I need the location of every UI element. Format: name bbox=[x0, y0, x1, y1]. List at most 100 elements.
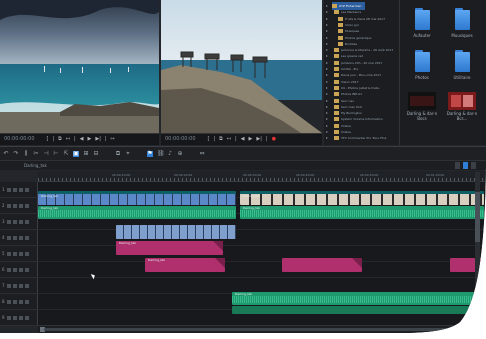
source-preview[interactable] bbox=[0, 0, 159, 133]
eye-icon[interactable] bbox=[13, 204, 17, 208]
lock-icon[interactable] bbox=[7, 236, 11, 240]
lock-icon[interactable] bbox=[7, 188, 11, 192]
timeline-tracks[interactable]: Darling_tak Darling_tak Darling_tak Darl… bbox=[38, 182, 486, 325]
audio-clip[interactable]: Darling_tak bbox=[240, 206, 484, 219]
lock-icon[interactable] bbox=[7, 284, 11, 288]
eye-icon[interactable] bbox=[13, 284, 17, 288]
group-icon[interactable]: ⧉ bbox=[115, 151, 121, 157]
media-tile-folder[interactable]: Utilitaire bbox=[445, 50, 479, 80]
track-header[interactable]: 1 bbox=[0, 182, 38, 198]
redo-icon[interactable]: ↷ bbox=[13, 151, 19, 157]
track-header[interactable]: 7 bbox=[0, 278, 38, 294]
rewind-button[interactable]: ◀ bbox=[241, 137, 245, 142]
copy-icon[interactable]: ⧉ bbox=[58, 137, 62, 142]
media-tile-folder[interactable]: Photos bbox=[405, 50, 439, 80]
mute-icon[interactable] bbox=[19, 284, 23, 288]
tree-item[interactable]: VFC Commenter Pro Tous Titul bbox=[334, 134, 386, 142]
view-button-active[interactable] bbox=[463, 162, 468, 169]
jump-start-button[interactable]: ↤ bbox=[227, 137, 231, 142]
title-clip[interactable]: Darling_tak bbox=[116, 241, 223, 255]
select-icon[interactable]: ▣ bbox=[73, 151, 79, 157]
solo-icon[interactable] bbox=[25, 204, 29, 208]
horizontal-scrollbar[interactable] bbox=[38, 325, 486, 333]
step-forward-button[interactable]: ▶| bbox=[95, 137, 101, 142]
audio-clip[interactable]: Darling_tak bbox=[232, 292, 484, 305]
solo-icon[interactable] bbox=[25, 316, 29, 320]
mark-in-button[interactable]: [ bbox=[47, 137, 49, 142]
solo-icon[interactable] bbox=[25, 300, 29, 304]
eye-icon[interactable] bbox=[13, 220, 17, 224]
rewind-button[interactable]: ◀ bbox=[80, 137, 84, 142]
view-button[interactable] bbox=[455, 162, 460, 169]
track-header[interactable]: 3 bbox=[0, 214, 38, 230]
eye-icon[interactable] bbox=[13, 236, 17, 240]
title-clip[interactable]: Darling_tak bbox=[145, 258, 225, 272]
play-button[interactable]: ▶ bbox=[248, 137, 252, 142]
zoom-icon[interactable]: ⊕ bbox=[177, 151, 183, 157]
cut-icon[interactable]: ✂ bbox=[33, 151, 39, 157]
mark-in-button[interactable]: [ bbox=[208, 137, 210, 142]
copy-icon[interactable]: ⧉ bbox=[219, 137, 223, 142]
track-header[interactable]: 9 bbox=[0, 310, 38, 326]
audio-clip[interactable] bbox=[232, 306, 484, 314]
timeline-ruler[interactable]: 00:00:10:00 00:00:20:00 00:00:30:00 00:0… bbox=[38, 171, 486, 182]
solo-icon[interactable] bbox=[25, 220, 29, 224]
jump-start-button[interactable]: ↤ bbox=[66, 137, 70, 142]
mute-icon[interactable] bbox=[19, 300, 23, 304]
track-header[interactable]: 8 bbox=[0, 294, 38, 310]
eye-icon[interactable] bbox=[13, 300, 17, 304]
tree-expand-icon[interactable]: ▸ bbox=[326, 134, 330, 142]
video-clip[interactable]: Darling_tak bbox=[38, 191, 236, 205]
lock-icon[interactable] bbox=[7, 220, 11, 224]
pointer-icon[interactable]: ⇱ bbox=[63, 151, 69, 157]
title-clip[interactable] bbox=[282, 258, 362, 272]
media-tile-folder[interactable]: Muusiques bbox=[445, 8, 479, 38]
media-tile-video[interactable]: Darling & dar-n Bcs... bbox=[445, 92, 479, 121]
vertical-scrollbar[interactable] bbox=[475, 172, 480, 312]
audio-icon[interactable]: ♪ bbox=[167, 151, 173, 157]
solo-icon[interactable] bbox=[25, 236, 29, 240]
track-header[interactable]: 4 bbox=[0, 230, 38, 246]
mute-icon[interactable] bbox=[19, 236, 23, 240]
view-button[interactable] bbox=[471, 162, 476, 169]
fit-icon[interactable]: ⇔ bbox=[199, 151, 205, 157]
mute-icon[interactable] bbox=[19, 268, 23, 272]
audio-clip[interactable]: Darling_tak bbox=[38, 206, 236, 219]
lock-icon[interactable] bbox=[7, 204, 11, 208]
record-button[interactable]: ● bbox=[272, 137, 276, 142]
mute-icon[interactable] bbox=[19, 188, 23, 192]
eye-icon[interactable] bbox=[13, 252, 17, 256]
track-header[interactable]: 6 bbox=[0, 262, 38, 278]
media-tile-video[interactable]: Darling & dar-n Bocs bbox=[405, 92, 439, 121]
marker-icon[interactable]: ⚑ bbox=[147, 151, 153, 157]
solo-icon[interactable] bbox=[25, 252, 29, 256]
overwrite-icon[interactable]: ⊟ bbox=[93, 151, 99, 157]
lock-icon[interactable] bbox=[7, 252, 11, 256]
play-button[interactable]: ▶ bbox=[87, 137, 91, 142]
solo-icon[interactable] bbox=[25, 284, 29, 288]
trim-icon[interactable]: ⊣ bbox=[43, 151, 49, 157]
mute-icon[interactable] bbox=[19, 316, 23, 320]
split-icon[interactable]: ⫼ bbox=[23, 151, 29, 157]
project-tab[interactable]: Darling_tak bbox=[24, 162, 47, 170]
eye-icon[interactable] bbox=[13, 316, 17, 320]
jump-end-button[interactable]: ↦ bbox=[111, 137, 115, 142]
track-header[interactable]: 5 bbox=[0, 246, 38, 262]
video-clip[interactable]: Darling_tak bbox=[240, 191, 484, 205]
track-header[interactable]: 2 bbox=[0, 198, 38, 214]
mute-icon[interactable] bbox=[19, 220, 23, 224]
video-clip[interactable] bbox=[116, 225, 236, 239]
lock-icon[interactable] bbox=[7, 268, 11, 272]
media-tile-folder[interactable]: Aufauter bbox=[405, 8, 439, 38]
mute-icon[interactable] bbox=[19, 252, 23, 256]
step-forward-button[interactable]: ▶| bbox=[256, 137, 262, 142]
program-preview[interactable] bbox=[161, 0, 322, 133]
eye-icon[interactable] bbox=[13, 268, 17, 272]
insert-icon[interactable]: ⊞ bbox=[83, 151, 89, 157]
link-icon[interactable]: ⛓ bbox=[157, 151, 163, 157]
solo-icon[interactable] bbox=[25, 188, 29, 192]
folder-tree[interactable]: ▸ XYZ Fisherman ▸ Les Planteurs ▸ Fruits & Da… bbox=[324, 0, 400, 145]
solo-icon[interactable] bbox=[25, 268, 29, 272]
lock-icon[interactable] bbox=[7, 300, 11, 304]
eye-icon[interactable] bbox=[13, 188, 17, 192]
